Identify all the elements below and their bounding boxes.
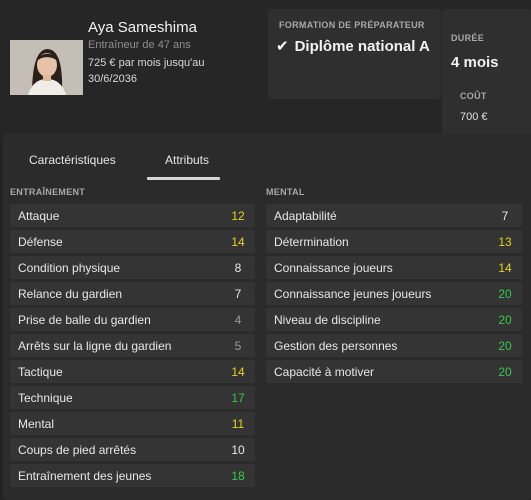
attribute-label: Adaptabilité — [274, 208, 337, 223]
attribute-value: 5 — [234, 338, 242, 353]
attribute-label: Gestion des personnes — [274, 338, 398, 353]
check-icon: ✔ — [276, 38, 289, 55]
coach-header: Aya Sameshima Entraîneur de 47 ans 725 €… — [0, 0, 531, 145]
course-details-box: DURÉE 4 mois COÛT 700 € — [442, 9, 531, 145]
attribute-value: 4 — [234, 312, 242, 327]
attribute-row[interactable]: Mental 11 — [10, 412, 255, 435]
attribute-row[interactable]: Technique 17 — [10, 386, 255, 409]
attribute-label: Tactique — [18, 364, 63, 379]
cost-value: 700 € — [460, 111, 488, 123]
attribute-value: 10 — [231, 442, 245, 457]
attribute-value: 18 — [231, 468, 245, 483]
mental-caption: MENTAL — [266, 187, 305, 197]
attribute-label: Arrêts sur la ligne du gardien — [18, 338, 172, 353]
coach-age: Entraîneur de 47 ans — [88, 39, 191, 51]
course-name: ✔ Diplôme national A — [276, 37, 430, 55]
attribute-row[interactable]: Gestion des personnes 20 — [266, 334, 522, 357]
course-caption: FORMATION DE PRÉPARATEUR — [279, 20, 425, 30]
coach-salary: 725 € par mois jusqu'au 30/6/2036 — [88, 57, 205, 85]
tab-attributes[interactable]: Attributs — [165, 153, 209, 167]
attribute-label: Prise de balle du gardien — [18, 312, 151, 327]
attribute-row[interactable]: Niveau de discipline 20 — [266, 308, 522, 331]
attribute-row[interactable]: Condition physique 8 — [10, 256, 255, 279]
attribute-label: Connaissance joueurs — [274, 260, 393, 275]
attribute-label: Relance du gardien — [18, 286, 123, 301]
attribute-row[interactable]: Détermination 13 — [266, 230, 522, 253]
attribute-value: 20 — [498, 286, 512, 301]
tab-bar: Caractéristiques Attributs — [3, 133, 531, 180]
training-caption: ENTRAÎNEMENT — [10, 187, 86, 197]
attribute-label: Capacité à motiver — [274, 364, 375, 379]
training-section: ENTRAÎNEMENT Attaque 12 Défense 14 Condition… — [10, 186, 255, 490]
course-name-text: Diplôme national A — [294, 38, 430, 55]
active-tab-indicator — [147, 177, 220, 180]
attribute-label: Condition physique — [18, 260, 121, 275]
duration-caption: DURÉE — [451, 33, 485, 43]
mental-section: MENTAL Adaptabilité 7 Détermination 13 Conna… — [266, 186, 522, 386]
attribute-value: 20 — [498, 312, 512, 327]
attribute-label: Entraînement des jeunes — [18, 468, 152, 483]
attribute-value: 17 — [231, 390, 245, 405]
tab-characteristics[interactable]: Caractéristiques — [29, 153, 116, 167]
attribute-row[interactable]: Relance du gardien 7 — [10, 282, 255, 305]
attribute-label: Niveau de discipline — [274, 312, 381, 327]
course-box: FORMATION DE PRÉPARATEUR ✔ Diplôme nation… — [268, 9, 441, 99]
attribute-row[interactable]: Capacité à motiver 20 — [266, 360, 522, 383]
attribute-row[interactable]: Attaque 12 — [10, 204, 255, 227]
attribute-value: 20 — [498, 338, 512, 353]
attribute-row[interactable]: Arrêts sur la ligne du gardien 5 — [10, 334, 255, 357]
cost-caption: COÛT — [460, 91, 487, 101]
attribute-row[interactable]: Connaissance jeunes joueurs 20 — [266, 282, 522, 305]
attribute-value: 8 — [234, 260, 242, 275]
attribute-row[interactable]: Défense 14 — [10, 230, 255, 253]
attribute-label: Coups de pied arrêtés — [18, 442, 137, 457]
coach-photo — [10, 40, 83, 95]
attribute-row[interactable]: Prise de balle du gardien 4 — [10, 308, 255, 331]
attribute-row[interactable]: Adaptabilité 7 — [266, 204, 522, 227]
attribute-label: Connaissance jeunes joueurs — [274, 286, 432, 301]
attribute-value: 14 — [231, 234, 245, 249]
attribute-row[interactable]: Coups de pied arrêtés 10 — [10, 438, 255, 461]
attribute-value: 20 — [498, 364, 512, 379]
attribute-value: 13 — [498, 234, 512, 249]
attribute-value: 12 — [231, 208, 245, 223]
attribute-row[interactable]: Tactique 14 — [10, 360, 255, 383]
attribute-row[interactable]: Connaissance joueurs 14 — [266, 256, 522, 279]
attribute-label: Défense — [18, 234, 63, 249]
attribute-value: 14 — [231, 364, 245, 379]
attribute-label: Attaque — [18, 208, 60, 223]
attribute-row[interactable]: Entraînement des jeunes 18 — [10, 464, 255, 487]
attributes-panel: Caractéristiques Attributs ENTRAÎNEMENT … — [3, 133, 531, 500]
attribute-label: Mental — [18, 416, 55, 431]
attribute-value: 7 — [234, 286, 242, 301]
attribute-value: 7 — [501, 208, 509, 223]
attribute-value: 11 — [231, 416, 245, 431]
coach-name: Aya Sameshima — [88, 19, 197, 36]
attribute-label: Détermination — [274, 234, 349, 249]
attribute-label: Technique — [18, 390, 73, 405]
duration-value: 4 mois — [451, 54, 499, 71]
attribute-value: 14 — [498, 260, 512, 275]
